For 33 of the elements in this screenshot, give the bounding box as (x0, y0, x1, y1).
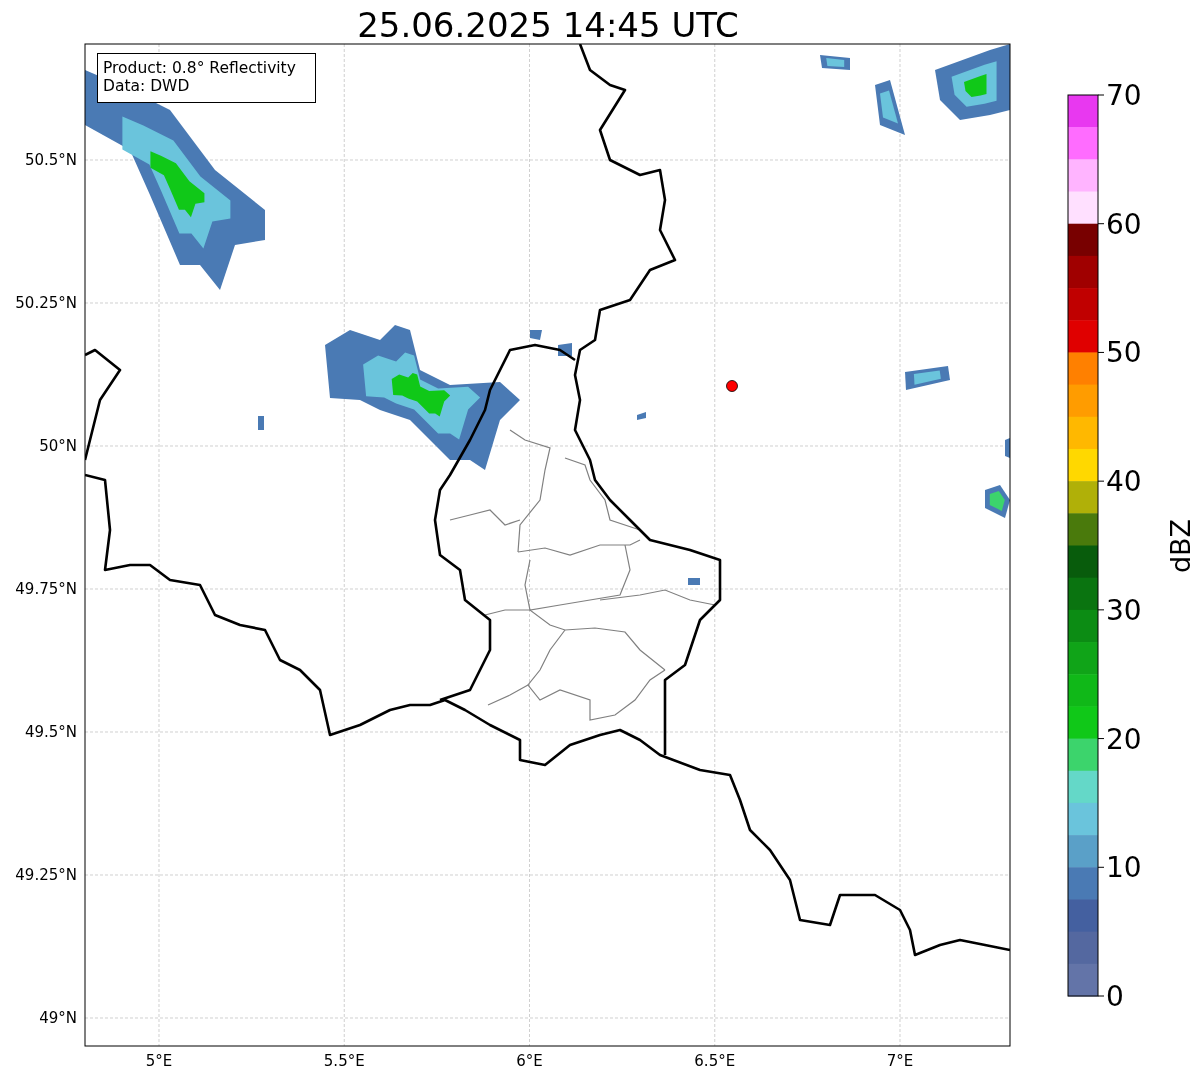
radar-echo (905, 366, 950, 390)
radar-echo (258, 416, 264, 430)
radar-echo (1005, 438, 1010, 458)
radar-echo (637, 412, 646, 420)
longitude-label: 5°E (145, 1052, 173, 1070)
latitude-label: 50.5°N (24, 151, 77, 169)
radar-echo (530, 330, 542, 340)
longitude-label: 7°E (886, 1052, 914, 1070)
longitude-label: 5.5°E (323, 1052, 365, 1070)
longitude-label: 6°E (516, 1052, 543, 1070)
colorbar-tick-label: 60 (1106, 207, 1142, 241)
radar-echo (985, 485, 1010, 518)
colorbar-title: dBZ (1165, 518, 1196, 574)
latitude-label: 49.25°N (15, 866, 77, 884)
colorbar-tick-label: 50 (1106, 336, 1142, 370)
latitude-label: 49.75°N (15, 580, 77, 598)
latitude-label: 49°N (39, 1009, 77, 1027)
radar-site-marker (726, 380, 738, 392)
colorbar-tick-label: 10 (1106, 851, 1142, 885)
colorbar-tick-label: 70 (1106, 79, 1142, 112)
latitude-label: 50°N (39, 437, 77, 455)
latitude-label: 49.5°N (24, 723, 77, 741)
colorbar-tick-label: 0 (1106, 980, 1124, 1013)
colorbar-tick-label: 30 (1106, 593, 1142, 627)
info-box: Product: 0.8° Reflectivity Data: DWD (97, 53, 316, 103)
colorbar-tick-label: 40 (1106, 465, 1142, 499)
radar-echo (875, 80, 905, 135)
longitude-label: 6.5°E (694, 1052, 736, 1070)
radar-echo (820, 55, 850, 70)
colorbar-tick-label: 20 (1106, 722, 1142, 756)
chart-title: 25.06.2025 14:45 UTC (357, 5, 739, 45)
latitude-label: 50.25°N (15, 294, 77, 312)
radar-echo (688, 578, 700, 585)
